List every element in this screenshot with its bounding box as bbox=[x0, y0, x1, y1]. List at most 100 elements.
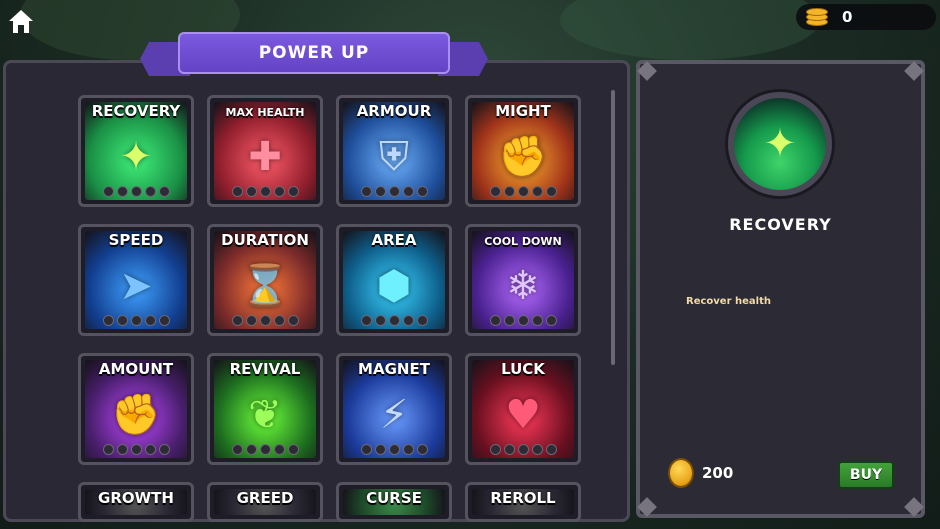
level-dot bbox=[130, 444, 142, 455]
level-dot bbox=[231, 315, 243, 326]
powerup-card-armour[interactable]: ⛨ ARMOUR bbox=[336, 95, 452, 207]
level-dot bbox=[116, 315, 128, 326]
powerup-card-max-health[interactable]: ✚ MAX HEALTH bbox=[207, 95, 323, 207]
level-dot bbox=[360, 186, 372, 197]
level-dot bbox=[273, 444, 285, 455]
home-button[interactable] bbox=[6, 6, 36, 36]
level-dot bbox=[545, 186, 557, 197]
powerup-card-might[interactable]: ✊ MIGHT bbox=[465, 95, 581, 207]
powerup-card-curse[interactable]: CURSE bbox=[336, 482, 452, 522]
duration-icon: ⌛ bbox=[240, 263, 290, 310]
level-indicator bbox=[81, 186, 191, 197]
powerup-label: DURATION bbox=[221, 231, 309, 249]
currency-amount: 0 bbox=[842, 8, 853, 26]
level-indicator bbox=[468, 315, 578, 326]
level-indicator bbox=[210, 186, 320, 197]
level-dot bbox=[245, 186, 257, 197]
level-dot bbox=[503, 186, 515, 197]
powerup-card-recovery[interactable]: ✦ RECOVERY bbox=[78, 95, 194, 207]
level-dot bbox=[402, 444, 414, 455]
recovery-icon: ✦ bbox=[763, 121, 797, 167]
level-dot bbox=[489, 315, 501, 326]
speed-icon: ➤ bbox=[119, 263, 153, 310]
level-dot bbox=[416, 444, 428, 455]
armour-icon: ⛨ bbox=[379, 134, 409, 181]
powerup-label: GROWTH bbox=[98, 489, 174, 507]
level-dot bbox=[116, 444, 128, 455]
level-dot bbox=[388, 315, 400, 326]
level-dot bbox=[102, 444, 114, 455]
level-dot bbox=[416, 315, 428, 326]
level-dot bbox=[402, 315, 414, 326]
level-dot bbox=[116, 186, 128, 197]
level-dot bbox=[360, 315, 372, 326]
level-dot bbox=[517, 186, 529, 197]
level-dot bbox=[259, 444, 271, 455]
level-dot bbox=[245, 315, 257, 326]
level-dot bbox=[144, 315, 156, 326]
selected-powerup-icon: ✦ bbox=[728, 92, 832, 196]
powerup-card-reroll[interactable]: REROLL bbox=[465, 482, 581, 522]
coin-icon bbox=[668, 458, 694, 488]
level-dot bbox=[259, 315, 271, 326]
level-dot bbox=[231, 186, 243, 197]
powerup-card-cool-down[interactable]: ❄ COOL DOWN bbox=[465, 224, 581, 336]
level-dot bbox=[531, 444, 543, 455]
recovery-icon: ✦ bbox=[119, 134, 153, 181]
powerup-card-magnet[interactable]: ⚡ MAGNET bbox=[336, 353, 452, 465]
home-icon bbox=[9, 10, 33, 33]
powerup-label: AMOUNT bbox=[98, 360, 174, 378]
level-dot bbox=[388, 186, 400, 197]
level-dot bbox=[102, 186, 114, 197]
currency-display: 0 bbox=[796, 4, 936, 30]
powerup-card-area[interactable]: ⬢ AREA bbox=[336, 224, 452, 336]
level-dot bbox=[130, 186, 142, 197]
level-dot bbox=[374, 186, 386, 197]
level-dot bbox=[374, 315, 386, 326]
magnet-icon: ⚡ bbox=[379, 392, 409, 439]
level-dot bbox=[531, 315, 543, 326]
grid-scrollbar[interactable] bbox=[611, 90, 615, 365]
area-icon: ⬢ bbox=[376, 263, 412, 310]
level-dot bbox=[130, 315, 142, 326]
powerup-label: REVIVAL bbox=[229, 360, 301, 378]
level-dot bbox=[259, 186, 271, 197]
level-dot bbox=[374, 444, 386, 455]
luck-icon: ♥ bbox=[505, 392, 541, 439]
powerup-card-luck[interactable]: ♥ LUCK bbox=[465, 353, 581, 465]
level-indicator bbox=[339, 444, 449, 455]
buy-button[interactable]: BUY bbox=[838, 461, 894, 489]
powerup-label: LUCK bbox=[501, 360, 545, 378]
level-indicator bbox=[339, 186, 449, 197]
level-dot bbox=[489, 186, 501, 197]
powerup-card-revival[interactable]: ❦ REVIVAL bbox=[207, 353, 323, 465]
powerup-card-speed[interactable]: ➤ SPEED bbox=[78, 224, 194, 336]
price-value: 200 bbox=[702, 464, 734, 482]
level-dot bbox=[545, 315, 557, 326]
coin-stack-icon bbox=[804, 6, 830, 28]
detail-title: RECOVERY bbox=[729, 215, 832, 234]
level-dot bbox=[102, 315, 114, 326]
powerup-card-amount[interactable]: ✊ AMOUNT bbox=[78, 353, 194, 465]
level-dot bbox=[517, 315, 529, 326]
powerup-label: GREED bbox=[236, 489, 294, 507]
level-dot bbox=[273, 315, 285, 326]
level-indicator bbox=[210, 444, 320, 455]
powerup-label: MAGNET bbox=[358, 360, 430, 378]
powerup-label: MAX HEALTH bbox=[225, 106, 305, 119]
powerup-card-growth[interactable]: GROWTH bbox=[78, 482, 194, 522]
level-indicator bbox=[81, 315, 191, 326]
powerup-card-greed[interactable]: GREED bbox=[207, 482, 323, 522]
level-dot bbox=[245, 444, 257, 455]
level-dot bbox=[416, 186, 428, 197]
level-dot bbox=[517, 444, 529, 455]
level-dot bbox=[531, 186, 543, 197]
level-dot bbox=[144, 186, 156, 197]
powerup-label: ARMOUR bbox=[356, 102, 432, 120]
level-dot bbox=[503, 315, 515, 326]
powerup-card-duration[interactable]: ⌛ DURATION bbox=[207, 224, 323, 336]
cool-down-icon: ❄ bbox=[506, 263, 540, 310]
level-dot bbox=[231, 444, 243, 455]
might-icon: ✊ bbox=[498, 134, 548, 181]
detail-description: Recover health bbox=[686, 296, 771, 307]
